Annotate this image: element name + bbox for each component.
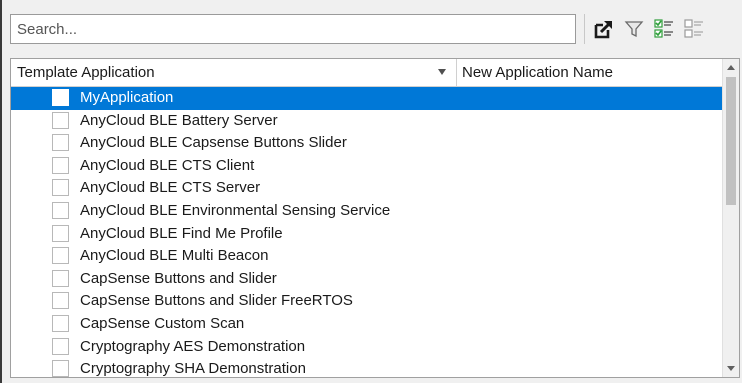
table-row[interactable]: CapSense Custom Scan [11, 313, 722, 336]
chevron-up-icon [727, 65, 735, 70]
template-name: CapSense Custom Scan [80, 314, 245, 332]
table-row[interactable]: Cryptography SHA Demonstration [11, 358, 722, 378]
table-row[interactable]: AnyCloud BLE Multi Beacon [11, 245, 722, 268]
template-name: CapSense Buttons and Slider [80, 269, 277, 287]
search-input[interactable] [10, 14, 576, 44]
template-table: Template Application New Application Nam… [10, 58, 740, 378]
row-checkbox[interactable] [52, 201, 69, 219]
table-row[interactable]: AnyCloud BLE CTS Server [11, 177, 722, 200]
row-checkbox[interactable] [52, 314, 69, 332]
export-icon [593, 18, 615, 40]
table-row[interactable]: Cryptography AES Demonstration [11, 336, 722, 359]
sort-descending-icon [438, 69, 446, 75]
table-row[interactable]: AnyCloud BLE Capsense Buttons Slider [11, 132, 722, 155]
row-checkbox[interactable] [52, 111, 69, 129]
template-name: AnyCloud BLE CTS Client [80, 156, 255, 174]
template-name: AnyCloud BLE CTS Server [80, 179, 261, 197]
toolbar [10, 12, 740, 46]
table-body: MyApplication AnyCloud BLE Battery Serve… [11, 87, 722, 378]
template-name: AnyCloud BLE Capsense Buttons Slider [80, 134, 347, 152]
template-selection-panel: Template Application New Application Nam… [0, 0, 742, 383]
table-row[interactable]: AnyCloud BLE Find Me Profile [11, 223, 722, 246]
template-name: AnyCloud BLE Environmental Sensing Servi… [80, 201, 391, 219]
table-row[interactable]: CapSense Buttons and Slider [11, 268, 722, 291]
row-checkbox[interactable] [52, 337, 69, 355]
filter-icon [624, 19, 644, 39]
table-row[interactable]: AnyCloud BLE CTS Client [11, 155, 722, 178]
scrollbar-thumb[interactable] [726, 77, 736, 205]
table-header: Template Application New Application Nam… [11, 59, 722, 87]
chevron-down-icon [727, 366, 735, 371]
row-checkbox[interactable] [52, 269, 69, 287]
template-name: Cryptography SHA Demonstration [80, 360, 306, 378]
table-row[interactable]: AnyCloud BLE Environmental Sensing Servi… [11, 200, 722, 223]
select-all-icon [653, 18, 675, 40]
template-name: AnyCloud BLE Battery Server [80, 111, 278, 129]
select-all-button[interactable] [650, 16, 678, 42]
template-name: CapSense Buttons and Slider FreeRTOS [80, 292, 353, 310]
export-button[interactable] [590, 16, 618, 42]
template-name: AnyCloud BLE Multi Beacon [80, 247, 269, 265]
toolbar-separator [584, 14, 585, 44]
row-checkbox[interactable] [52, 247, 69, 265]
row-checkbox[interactable] [52, 360, 69, 377]
scroll-down-button[interactable] [723, 360, 739, 377]
vertical-scrollbar[interactable] [722, 59, 739, 377]
row-checkbox[interactable] [52, 134, 69, 152]
template-name: MyApplication [80, 89, 174, 106]
deselect-all-icon [683, 18, 705, 40]
row-checkbox[interactable] [52, 89, 69, 106]
template-name: AnyCloud BLE Find Me Profile [80, 224, 283, 242]
column-header-new-application-name[interactable]: New Application Name [458, 59, 722, 87]
table-row[interactable]: CapSense Buttons and Slider FreeRTOS [11, 290, 722, 313]
row-checkbox[interactable] [52, 292, 69, 310]
deselect-all-button[interactable] [680, 16, 708, 42]
row-checkbox[interactable] [52, 224, 69, 242]
scroll-up-button[interactable] [723, 59, 739, 76]
table-row[interactable]: AnyCloud BLE Battery Server [11, 110, 722, 133]
row-checkbox[interactable] [52, 156, 69, 174]
row-checkbox[interactable] [52, 179, 69, 197]
template-name: Cryptography AES Demonstration [80, 337, 306, 355]
table-row[interactable]: MyApplication [11, 87, 722, 110]
column-header-template-application[interactable]: Template Application [11, 59, 457, 87]
filter-button[interactable] [620, 16, 648, 42]
